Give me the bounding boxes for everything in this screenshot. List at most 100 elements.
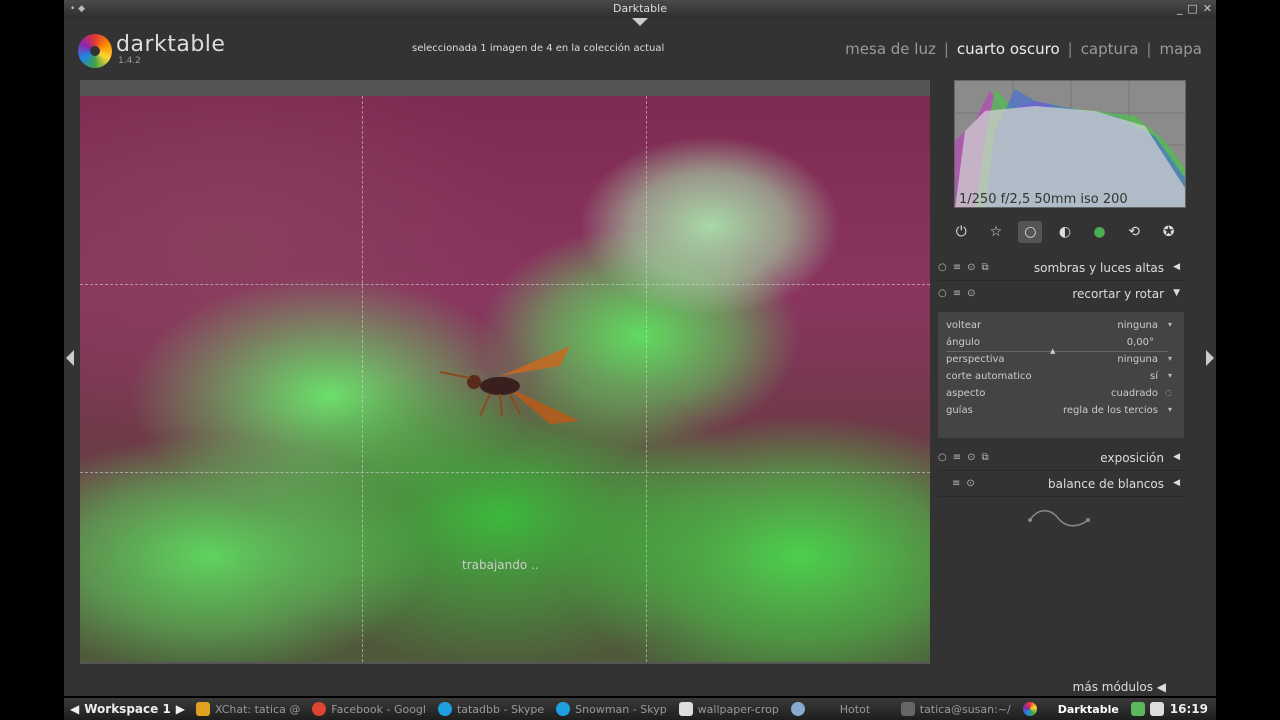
module-name: recortar y rotar	[1072, 287, 1164, 301]
param-angle[interactable]: ángulo 0,00° ▲	[946, 337, 1172, 355]
minimize-button[interactable]: _	[1177, 0, 1183, 18]
correct-icon[interactable]: ⟲	[1122, 221, 1146, 243]
module-group-tabs: ⏻ ☆ ○ ◐ ● ⟲ ✪	[944, 220, 1186, 244]
color-icon[interactable]: ●	[1088, 221, 1112, 243]
module-name: balance de blancos	[1048, 477, 1164, 491]
workspace-switcher[interactable]: ◀ Workspace 1 ▶	[64, 698, 190, 720]
module-menu-icon[interactable]: ≡	[953, 288, 961, 299]
image-canvas[interactable]: trabajando ..	[80, 80, 930, 714]
histogram[interactable]: 1/250 f/2,5 50mm iso 200	[954, 80, 1186, 208]
module-presets-icon[interactable]: ⧉	[982, 452, 989, 463]
xchat-icon	[195, 702, 210, 716]
effect-icon[interactable]: ✪	[1157, 221, 1181, 243]
taskbar-item-skype-1[interactable]: tatadbb - Skype	[432, 698, 550, 720]
more-modules-button[interactable]: más módulos ◀	[1073, 680, 1166, 694]
processing-indicator: trabajando ..	[462, 558, 539, 572]
app-version: 1.4.2	[118, 56, 141, 66]
param-guides[interactable]: guías regla de los tercios ▾	[946, 405, 1172, 421]
tray-app-icon[interactable]	[1149, 702, 1164, 716]
dropdown-icon[interactable]: ▾	[1168, 354, 1172, 363]
module-enable-icon[interactable]: ○	[938, 288, 947, 299]
view-switcher: mesa de luz | cuarto oscuro | captura | …	[845, 40, 1202, 58]
tray-check-icon[interactable]	[1130, 702, 1145, 716]
clock[interactable]: 16:19	[1170, 702, 1216, 716]
module-reset-icon[interactable]: ⊙	[967, 288, 975, 299]
param-autocrop[interactable]: corte automatico sí ▾	[946, 371, 1172, 387]
close-button[interactable]: ✕	[1203, 0, 1212, 18]
power-icon[interactable]: ⏻	[949, 221, 973, 243]
photo-preview[interactable]: trabajando ..	[80, 96, 930, 662]
hotot-icon	[790, 702, 805, 716]
top-panel-toggle-icon[interactable]	[632, 18, 648, 26]
divider	[938, 280, 1184, 281]
collection-status: seleccionada 1 imagen de 4 en la colecci…	[412, 43, 665, 54]
swap-orientation-icon[interactable]: ◌	[1165, 388, 1172, 397]
expand-icon[interactable]: ◀	[1173, 478, 1180, 488]
app-header: darktable 1.4.2 seleccionada 1 imagen de…	[64, 18, 1216, 80]
module-name: exposición	[1100, 451, 1164, 465]
module-presets-icon[interactable]: ⧉	[982, 262, 989, 273]
terminal-icon	[900, 702, 915, 716]
expand-icon[interactable]: ◀	[1173, 262, 1180, 272]
wasp-subject	[439, 346, 580, 424]
module-crop-rotate[interactable]: ○ ≡ ⊙ recortar y rotar ▼	[938, 284, 1186, 306]
taskbar-item-wallpaper[interactable]: wallpaper-crop	[673, 698, 785, 720]
dropdown-icon[interactable]: ▾	[1168, 405, 1172, 414]
param-flip[interactable]: voltear ninguna ▾	[946, 320, 1172, 336]
module-reset-icon[interactable]: ⊙	[967, 262, 975, 273]
taskbar-item-browser[interactable]: Facebook - Googl	[306, 698, 432, 720]
angle-slider[interactable]	[946, 351, 1168, 352]
skype-icon	[437, 702, 452, 716]
view-darkroom[interactable]: cuarto oscuro	[957, 40, 1060, 58]
module-shadows-highlights[interactable]: ○ ≡ ⊙ ⧉ sombras y luces altas ◀	[938, 258, 1186, 280]
window-menu-icon[interactable]: • ◆	[70, 0, 85, 18]
crop-guide-horizontal	[80, 472, 930, 473]
expand-icon[interactable]: ◀	[1173, 452, 1180, 462]
darktable-window: darktable 1.4.2 seleccionada 1 imagen de…	[64, 18, 1216, 714]
maximize-button[interactable]: □	[1187, 0, 1197, 18]
circle-icon[interactable]: ○	[1018, 221, 1043, 243]
module-enable-icon[interactable]: ○	[938, 452, 947, 463]
taskbar-item-skype-2[interactable]: Snowman - Skyp	[550, 698, 673, 720]
crop-guide-horizontal	[80, 284, 930, 285]
view-tethering[interactable]: captura	[1081, 40, 1139, 58]
crop-guide-vertical	[362, 96, 363, 662]
document-icon	[678, 702, 693, 716]
right-panel-toggle-icon[interactable]	[1206, 350, 1214, 366]
star-icon[interactable]: ☆	[984, 221, 1008, 243]
left-panel-toggle-icon[interactable]	[66, 350, 74, 366]
divider	[938, 470, 1184, 471]
module-reset-icon[interactable]: ⊙	[967, 452, 975, 463]
darktable-icon	[1022, 702, 1037, 716]
taskbar-item-xchat[interactable]: XChat: tatica @	[190, 698, 306, 720]
view-map[interactable]: mapa	[1159, 40, 1202, 58]
param-perspective[interactable]: perspectiva ninguna ▾	[946, 354, 1172, 370]
tone-icon[interactable]: ◐	[1053, 221, 1077, 243]
collapse-icon[interactable]: ▼	[1173, 288, 1180, 298]
taskbar-item-darktable[interactable]: Darktable	[1017, 698, 1125, 720]
crop-guide-vertical	[646, 96, 647, 662]
module-menu-icon[interactable]: ≡	[952, 478, 960, 489]
module-enable-icon[interactable]: ○	[938, 262, 947, 273]
view-lighttable[interactable]: mesa de luz	[845, 40, 936, 58]
system-tray	[1125, 698, 1170, 720]
taskbar-item-terminal[interactable]: tatica@susan:~/	[895, 698, 1017, 720]
panel-end-ornament-icon	[1028, 510, 1090, 527]
taskbar: ◀ Workspace 1 ▶ XChat: tatica @ Facebook…	[64, 698, 1216, 720]
app-name: darktable	[116, 32, 226, 57]
view-separator: |	[943, 40, 949, 58]
module-menu-icon[interactable]: ≡	[953, 452, 961, 463]
exif-info: 1/250 f/2,5 50mm iso 200	[959, 192, 1128, 207]
module-name: sombras y luces altas	[1033, 261, 1164, 275]
window-title: Darktable	[613, 2, 667, 15]
module-white-balance[interactable]: ≡ ⊙ balance de blancos ◀	[938, 474, 1186, 496]
dropdown-icon[interactable]: ▾	[1168, 320, 1172, 329]
module-exposure[interactable]: ○ ≡ ⊙ ⧉ exposición ◀	[938, 448, 1186, 470]
module-reset-icon[interactable]: ⊙	[966, 478, 974, 489]
darktable-logo-icon	[78, 34, 112, 68]
param-aspect[interactable]: aspecto cuadrado ◌	[946, 388, 1172, 404]
taskbar-item-hotot[interactable]: Hotot	[785, 698, 895, 720]
dropdown-icon[interactable]: ▾	[1168, 371, 1172, 380]
crop-rotate-params: voltear ninguna ▾ ángulo 0,00° ▲ perspec…	[938, 312, 1184, 438]
module-menu-icon[interactable]: ≡	[953, 262, 961, 273]
